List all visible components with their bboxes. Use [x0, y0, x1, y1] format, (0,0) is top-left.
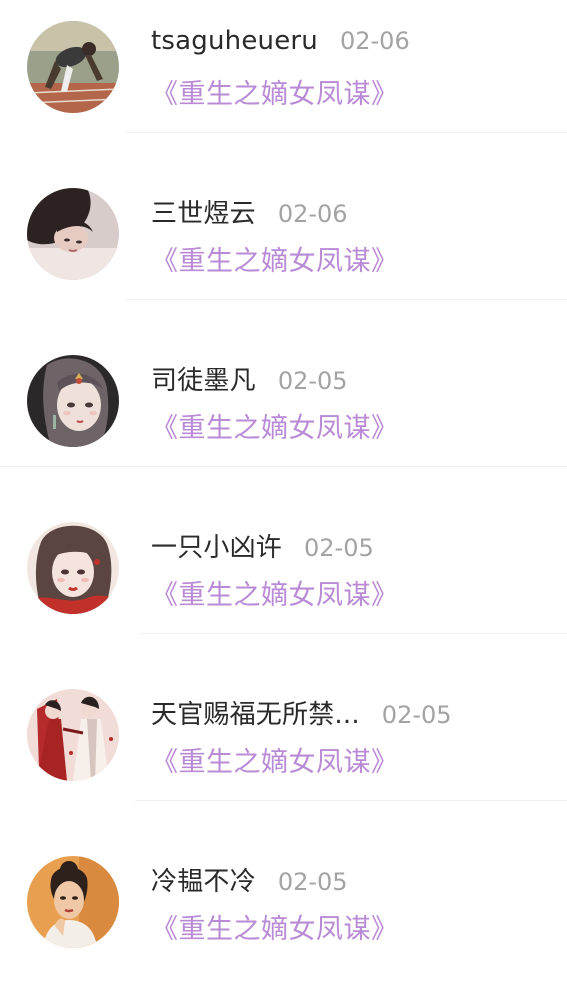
list-item[interactable]: 三世煜云 02-06 《重生之嫡女凤谋》 [0, 167, 567, 334]
comment-meta: tsaguheueru 02-06 [151, 26, 410, 60]
divider [135, 800, 567, 801]
book-title-link[interactable]: 《重生之嫡女凤谋》 [151, 907, 399, 946]
avatar-illustrated-girl-red-icon [27, 522, 119, 614]
user-name[interactable]: 冷韫不冷 [151, 861, 256, 898]
avatar[interactable] [27, 689, 119, 781]
book-title-link[interactable]: 《重生之嫡女凤谋》 [151, 573, 399, 612]
avatar-illustrated-girl-icon [27, 355, 119, 447]
list-item[interactable]: 司徒墨凡 02-05 《重生之嫡女凤谋》 [0, 334, 567, 501]
avatar-runner-photo-icon [27, 21, 119, 113]
book-title-link[interactable]: 《重生之嫡女凤谋》 [151, 740, 399, 779]
user-name[interactable]: 一只小凶许 [151, 527, 282, 564]
comment-time: 02-05 [304, 534, 374, 562]
user-name[interactable]: 司徒墨凡 [151, 360, 256, 397]
list-item[interactable]: 天官赐福无所禁... 02-05 《重生之嫡女凤谋》 [0, 668, 567, 835]
divider [140, 633, 567, 634]
comment-meta: 冷韫不冷 02-05 [151, 861, 348, 898]
comment-meta: 三世煜云 02-06 [151, 193, 348, 230]
comment-meta: 司徒墨凡 02-05 [151, 360, 348, 397]
divider [0, 466, 567, 467]
comment-time: 02-06 [277, 200, 348, 228]
comment-meta: 天官赐福无所禁... 02-05 [151, 694, 452, 731]
list-item[interactable]: 一只小凶许 02-05 《重生之嫡女凤谋》 [0, 501, 567, 668]
book-title-link[interactable]: 《重生之嫡女凤谋》 [151, 406, 399, 445]
avatar[interactable] [27, 856, 119, 948]
user-name[interactable]: tsaguheueru [151, 26, 318, 56]
list-item[interactable]: tsaguheueru 02-06 《重生之嫡女凤谋》 [0, 0, 567, 167]
list-item[interactable]: 冷韫不冷 02-05 《重生之嫡女凤谋》 [0, 835, 567, 1002]
comment-time: 02-05 [277, 868, 348, 896]
avatar[interactable] [27, 522, 119, 614]
comment-meta: 一只小凶许 02-05 [151, 527, 374, 564]
divider [125, 299, 567, 300]
user-name[interactable]: 天官赐福无所禁... [151, 694, 360, 731]
book-title-link[interactable]: 《重生之嫡女凤谋》 [151, 72, 399, 111]
divider [125, 132, 567, 133]
comment-time: 02-06 [339, 27, 410, 55]
avatar-woman-portrait-icon [27, 188, 119, 280]
comment-time: 02-05 [277, 367, 348, 395]
comment-list: tsaguheueru 02-06 《重生之嫡女凤谋》 三世煜云 02-06 《… [0, 0, 567, 970]
avatar-illustrated-couple-icon [27, 689, 119, 781]
book-title-link[interactable]: 《重生之嫡女凤谋》 [151, 239, 399, 278]
avatar[interactable] [27, 188, 119, 280]
comment-time: 02-05 [381, 701, 452, 729]
avatar[interactable] [27, 355, 119, 447]
avatar[interactable] [27, 21, 119, 113]
user-name[interactable]: 三世煜云 [151, 193, 256, 230]
avatar-woman-orange-icon [27, 856, 119, 948]
